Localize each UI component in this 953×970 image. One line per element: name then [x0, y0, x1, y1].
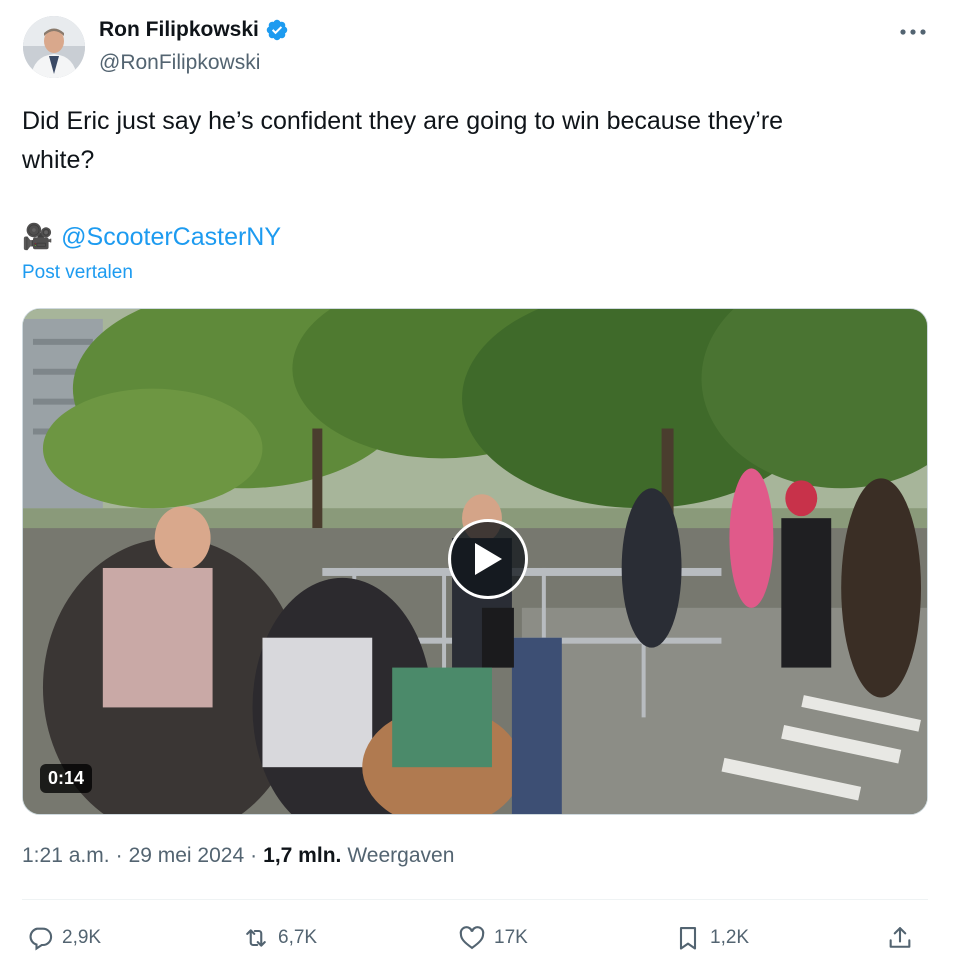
like-count: 17K — [494, 927, 528, 948]
heart-icon — [459, 926, 485, 950]
separator: · — [115, 844, 123, 867]
like-button[interactable]: 17K — [458, 916, 528, 960]
mention-link[interactable]: @ScooterCasterNY — [61, 220, 281, 254]
share-button[interactable] — [886, 916, 914, 960]
video-duration: 0:14 — [40, 764, 93, 793]
tweet-date[interactable]: 29 mei 2024 — [129, 844, 245, 868]
verified-badge-icon[interactable] — [265, 18, 289, 42]
video-camera-icon: 🎥 — [22, 223, 54, 251]
play-button[interactable] — [448, 519, 528, 599]
video-player[interactable]: 0:14 — [22, 308, 928, 815]
bookmark-icon — [679, 927, 697, 950]
repost-icon — [246, 929, 266, 947]
repost-count: 6,7K — [278, 927, 318, 948]
play-icon — [475, 543, 502, 575]
video-credit: 🎥 @ScooterCasterNY — [22, 220, 281, 254]
bookmark-button[interactable]: 1,2K — [674, 916, 749, 960]
repost-button[interactable]: 6,7K — [242, 916, 317, 960]
tweet-text: Did Eric just say he’s confident they ar… — [22, 102, 922, 180]
tweet-text-line: white? — [22, 146, 95, 174]
bookmark-count: 1,2K — [710, 927, 750, 948]
divider — [22, 899, 928, 900]
translate-post-link[interactable]: Post vertalen — [22, 262, 133, 284]
avatar[interactable] — [23, 16, 85, 78]
views-count: 1,7 mln. — [263, 844, 342, 867]
tweet-time[interactable]: 1:21 a.m. — [22, 844, 110, 868]
reply-button[interactable]: 2,9K — [26, 916, 101, 960]
share-icon — [889, 927, 911, 948]
reply-icon — [29, 927, 53, 951]
author-name[interactable]: Ron Filipkowski — [99, 18, 259, 42]
separator: · — [250, 844, 258, 867]
more-options-icon[interactable] — [898, 20, 928, 44]
views-label: Weergaven — [347, 844, 455, 867]
author-name-row: Ron Filipkowski — [99, 18, 289, 42]
tweet-text-line: Did Eric just say he’s confident they ar… — [22, 107, 784, 135]
author-handle[interactable]: @RonFilipkowski — [99, 51, 260, 75]
tweet-meta: 1:21 a.m. · 29 mei 2024 · 1,7 mln. Weerg… — [22, 844, 454, 868]
reply-count: 2,9K — [62, 927, 102, 948]
action-bar: 2,9K 6,7K 17K 1,2K — [22, 916, 928, 960]
